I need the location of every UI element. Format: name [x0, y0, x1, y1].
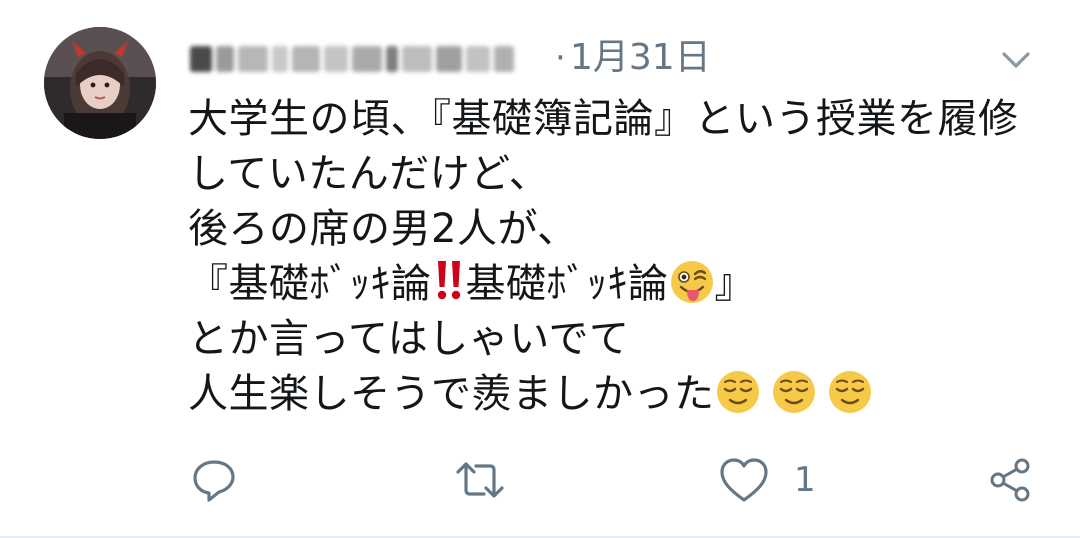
- retweet-button[interactable]: [452, 452, 508, 508]
- relieved-face-icon: [716, 371, 759, 413]
- avatar[interactable]: [44, 27, 156, 139]
- text-segment: 』: [714, 261, 755, 307]
- text-segment: 基礎ﾎﾞｯｷ論: [465, 261, 669, 307]
- reply-button[interactable]: [190, 452, 238, 508]
- tweet-date[interactable]: 1月31日: [570, 34, 711, 82]
- text-line: していたんだけど、: [188, 151, 550, 197]
- like-count: 1: [794, 460, 816, 500]
- text-line-with-emoji: 人生楽しそうで羨ましかった: [188, 367, 1048, 422]
- action-bar: 1: [190, 452, 1050, 508]
- chevron-down-icon: [1002, 52, 1030, 68]
- tweet-header: · 1月31日: [190, 30, 1050, 86]
- heart-icon: [720, 458, 768, 502]
- tweet-card[interactable]: · 1月31日 大学生の頃、『基礎簿記論』という授業を履修 していたんだけど、 …: [0, 0, 1080, 538]
- winking-face-with-tongue-icon: [670, 261, 713, 303]
- double-exclamation-icon: [437, 261, 460, 300]
- like-button[interactable]: 1: [718, 452, 816, 508]
- share-icon: [990, 458, 1030, 502]
- blurred-username: [190, 42, 545, 76]
- more-menu-button[interactable]: [996, 40, 1036, 80]
- separator-dot: ·: [555, 38, 566, 78]
- reply-icon: [193, 460, 235, 502]
- text-line-with-emoji: 『基礎ﾎﾞｯｷ論 基礎ﾎﾞｯｷ論 』: [188, 257, 1048, 312]
- text-segment: 『基礎ﾎﾞｯｷ論: [188, 261, 432, 307]
- avatar-image: [44, 27, 156, 139]
- text-line: 大学生の頃、『基礎簿記論』という授業を履修: [188, 96, 1019, 142]
- relieved-face-icon: [828, 371, 871, 413]
- tweet-text: 大学生の頃、『基礎簿記論』という授業を履修 していたんだけど、 後ろの席の男2人…: [188, 92, 1048, 422]
- relieved-face-icon: [772, 371, 815, 413]
- text-segment: 人生楽しそうで羨ましかった: [188, 371, 715, 417]
- share-button[interactable]: [986, 452, 1034, 508]
- text-line: 後ろの席の男2人が、: [188, 206, 578, 252]
- retweet-icon: [456, 462, 504, 498]
- text-line: とか言ってはしゃいでて: [188, 316, 630, 362]
